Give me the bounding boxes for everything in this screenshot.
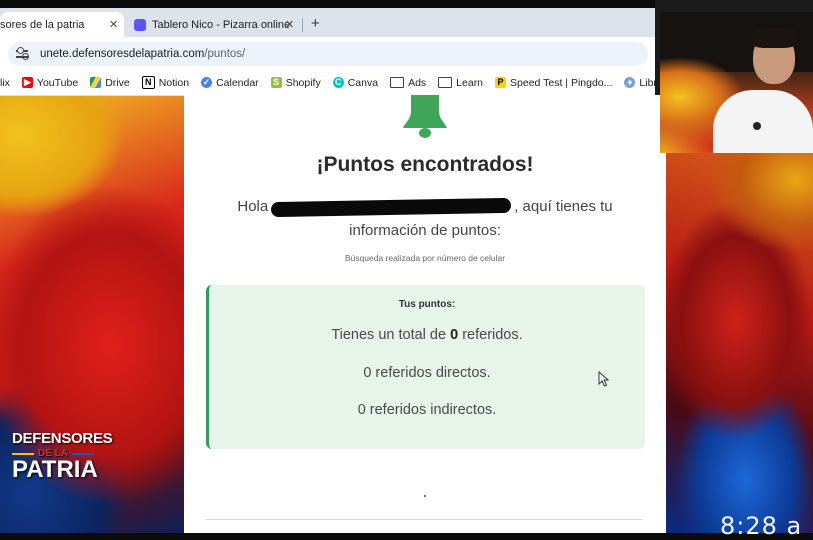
logo-line3: PATRIA — [12, 456, 98, 483]
person-mic — [753, 122, 761, 130]
pizarra-favicon-icon — [134, 18, 146, 31]
tab-pizarra[interactable]: Tablero Nico - Pizarra online ✕ — [134, 12, 300, 37]
search-note: Búsqueda realizada por número de celular — [344, 253, 506, 263]
bookmark-ads[interactable]: Ads — [390, 77, 426, 89]
bookmark-learn[interactable]: Learn — [438, 77, 483, 89]
person-hair — [750, 26, 798, 48]
video-clock: 8:28 a — [720, 512, 803, 540]
calendar-icon: ✓ — [201, 77, 213, 88]
site-settings-icon[interactable] — [14, 46, 30, 62]
direct-referrals: 0 referidos directos. — [363, 365, 491, 381]
url-text[interactable]: unete.defensoresdelapatria.com/puntos/ — [40, 48, 245, 60]
greeting-text: Hola, aquí tienes tu información de punt… — [237, 197, 613, 239]
libgen-icon: ♦ — [624, 77, 636, 88]
bookmark-canva[interactable]: C Canva — [332, 77, 378, 89]
logo-line1: DEFENSORES — [12, 430, 113, 447]
close-icon[interactable]: ✕ — [109, 18, 118, 31]
background-flag-right — [666, 150, 813, 533]
folder-icon — [390, 77, 405, 88]
shopify-icon: S — [270, 77, 282, 88]
browser-chrome: sores de la patria ✕ Tablero Nico - Piza… — [0, 8, 713, 96]
points-heading: Tus puntos: — [398, 299, 456, 310]
page-title: ¡Puntos encontrados! — [316, 153, 534, 176]
page-content: ¡Puntos encontrados! Hola, aquí tienes t… — [184, 95, 666, 533]
canva-icon: C — [332, 77, 344, 88]
bookmark-shopify[interactable]: S Shopify — [270, 77, 321, 89]
tab-strip: sores de la patria ✕ Tablero Nico - Piza… — [0, 8, 655, 37]
divider — [206, 519, 642, 520]
page-dot — [424, 495, 426, 497]
bookmark-notion[interactable]: N Notion — [141, 76, 189, 89]
notion-icon: N — [141, 76, 155, 89]
address-bar-row: unete.defensoresdelapatria.com/puntos/ — [0, 37, 655, 70]
bookmarks-bar: lix ▶ YouTube Drive N Notion ✓ Calendar S Sh… — [0, 70, 713, 96]
address-bar[interactable]: unete.defensoresdelapatria.com/puntos/ — [8, 42, 648, 66]
person-body — [713, 90, 813, 153]
bookmark-speedtest[interactable]: P Speed Test | Pingdo... — [495, 77, 612, 89]
youtube-icon: ▶ — [21, 77, 33, 88]
tab-separator — [302, 18, 303, 32]
pingdom-icon: P — [495, 77, 507, 88]
indirect-referrals: 0 referidos indirectos. — [357, 402, 497, 418]
bookmark-netflix[interactable]: lix — [0, 77, 10, 89]
total-referrals: Tienes un total de 0 referidos. — [331, 327, 523, 343]
bookmark-youtube[interactable]: ▶ YouTube — [21, 77, 78, 89]
bookmark-calendar[interactable]: ✓ Calendar — [201, 77, 259, 89]
mouse-cursor-icon — [598, 371, 610, 387]
defensores-logo: DEFENSORES DE LA PATRIA — [12, 430, 132, 483]
points-card: Tus puntos: Tienes un total de 0 referid… — [206, 285, 645, 449]
bell-icon — [403, 95, 447, 138]
new-tab-icon[interactable]: + — [311, 15, 320, 32]
folder-icon — [438, 77, 453, 88]
tab-active[interactable]: sores de la patria ✕ — [0, 12, 124, 37]
close-icon[interactable]: ✕ — [285, 18, 294, 31]
tab-label: Tablero Nico - Pizarra online — [152, 18, 291, 31]
drive-icon — [90, 77, 102, 88]
redacted-name — [271, 197, 512, 217]
tab-label: sores de la patria — [0, 18, 85, 31]
bookmark-drive[interactable]: Drive — [90, 77, 130, 89]
webcam-feed — [660, 12, 813, 153]
